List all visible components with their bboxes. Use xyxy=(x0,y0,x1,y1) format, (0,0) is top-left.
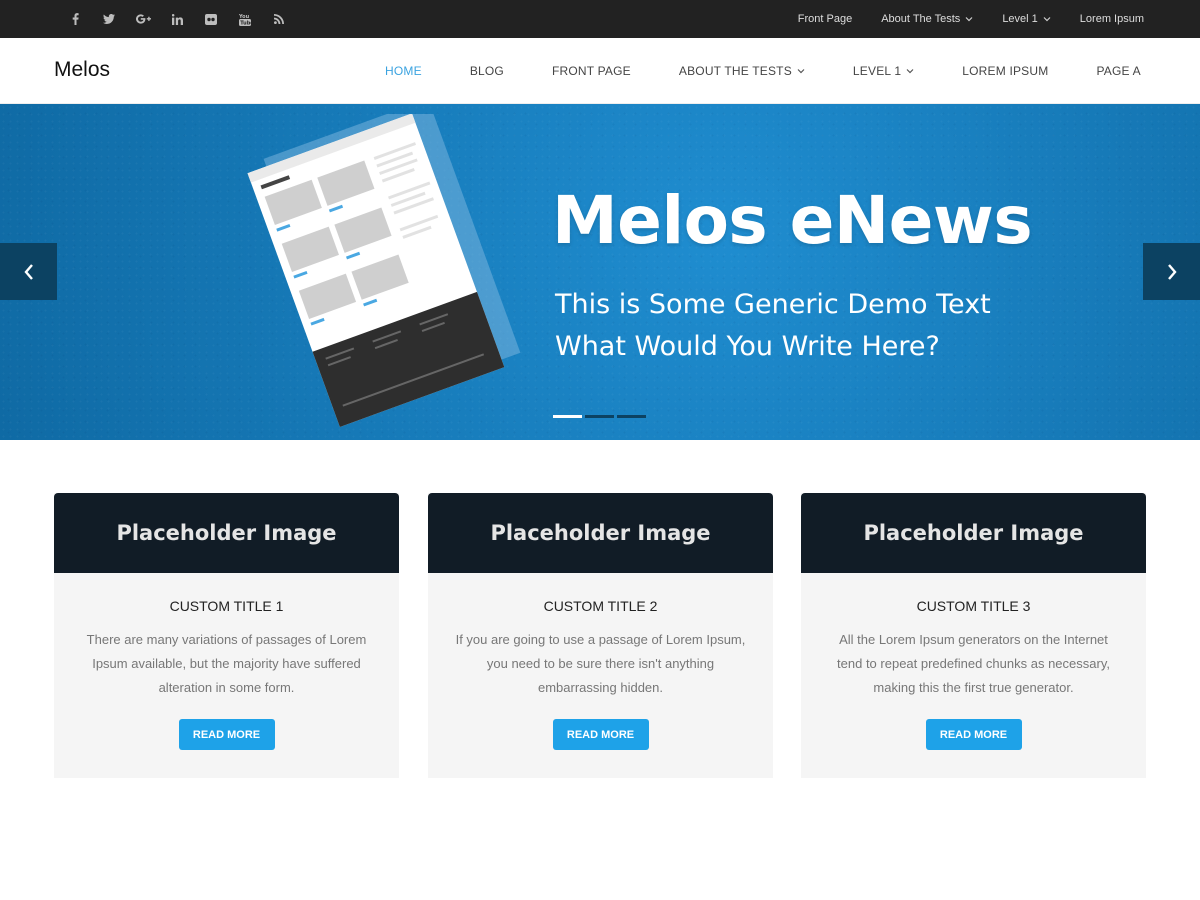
rss-icon[interactable] xyxy=(262,0,296,38)
top-menu-lorem-ipsum[interactable]: Lorem Ipsum xyxy=(1080,13,1144,25)
slider-dot-2[interactable] xyxy=(585,415,614,418)
slider-dot-3[interactable] xyxy=(617,415,646,418)
hero-background-texture xyxy=(0,104,1200,440)
youtube-icon[interactable]: YouTube xyxy=(228,0,262,38)
top-menu-label: About The Tests xyxy=(881,13,961,25)
card-title: CUSTOM TITLE 1 xyxy=(169,598,284,614)
site-logo[interactable]: Melos xyxy=(54,58,110,82)
read-more-button[interactable]: READ MORE xyxy=(925,719,1022,750)
card-title: CUSTOM TITLE 2 xyxy=(543,598,658,614)
nav-item-about-the-tests[interactable]: ABOUT THE TESTS xyxy=(679,64,805,78)
top-menu-label: Level 1 xyxy=(1002,13,1038,25)
chevron-down-icon xyxy=(965,17,973,22)
slider-pagination xyxy=(553,415,649,418)
slider-next-button[interactable] xyxy=(1143,243,1200,300)
nav-item-level-1[interactable]: LEVEL 1 xyxy=(853,64,914,78)
svg-text:Tube: Tube xyxy=(240,20,251,25)
nav-item-label: BLOG xyxy=(469,64,504,78)
google-plus-icon[interactable] xyxy=(126,0,160,38)
feature-card: Placeholder Image CUSTOM TITLE 2 If you … xyxy=(428,493,773,778)
nav-item-lorem-ipsum[interactable]: LOREM IPSUM xyxy=(962,64,1048,78)
nav-item-label: FRONT PAGE xyxy=(551,64,631,78)
social-links: YouTube xyxy=(58,0,296,38)
website-mockup-image xyxy=(247,114,521,427)
read-more-button[interactable]: READ MORE xyxy=(178,719,275,750)
nav-item-label: LOREM IPSUM xyxy=(962,64,1049,78)
nav-item-label: LEVEL 1 xyxy=(852,64,902,78)
card-text: There are many variations of passages of… xyxy=(86,632,367,695)
flickr-icon[interactable] xyxy=(194,0,228,38)
read-more-button[interactable]: READ MORE xyxy=(552,719,649,750)
chevron-left-icon xyxy=(23,263,33,280)
hero-subtitle: This is Some Generic Demo Text What Woul… xyxy=(555,284,1075,368)
nav-item-label: ABOUT THE TESTS xyxy=(678,64,792,78)
nav-item-blog[interactable]: BLOG xyxy=(470,64,504,78)
facebook-icon[interactable] xyxy=(58,0,92,38)
chevron-down-icon xyxy=(797,69,805,74)
chevron-down-icon xyxy=(1043,17,1051,22)
main-nav: HOME BLOG FRONT PAGE ABOUT THE TESTS LEV… xyxy=(385,38,1141,104)
feature-card: Placeholder Image CUSTOM TITLE 1 There a… xyxy=(54,493,399,778)
linkedin-icon[interactable] xyxy=(160,0,194,38)
card-image-placeholder: Placeholder Image xyxy=(801,493,1146,573)
slider-prev-button[interactable] xyxy=(0,243,57,300)
card-text: All the Lorem Ipsum generators on the In… xyxy=(837,632,1110,695)
nav-item-label: HOME xyxy=(385,64,422,78)
feature-cards: Placeholder Image CUSTOM TITLE 1 There a… xyxy=(54,493,1146,778)
slider-dot-1[interactable] xyxy=(553,415,582,418)
hero-subtitle-line: This is Some Generic Demo Text xyxy=(555,289,991,320)
top-bar: YouTube Front Page About The Tests Level… xyxy=(0,0,1200,38)
hero-subtitle-line: What Would You Write Here? xyxy=(555,331,940,362)
hero-title: Melos eNews xyxy=(552,182,1033,259)
twitter-icon[interactable] xyxy=(92,0,126,38)
card-title: CUSTOM TITLE 3 xyxy=(916,598,1031,614)
nav-item-page-a[interactable]: PAGE A xyxy=(1096,64,1140,78)
top-menu-label: Front Page xyxy=(797,13,853,25)
hero-slider: Melos eNews This is Some Generic Demo Te… xyxy=(0,104,1200,440)
chevron-right-icon xyxy=(1167,263,1177,280)
top-menu-about-the-tests[interactable]: About The Tests xyxy=(881,13,973,25)
card-image-placeholder: Placeholder Image xyxy=(428,493,773,573)
top-menu-level-1[interactable]: Level 1 xyxy=(1002,13,1051,25)
top-menu: Front Page About The Tests Level 1 Lorem… xyxy=(769,0,1144,38)
card-image-placeholder: Placeholder Image xyxy=(54,493,399,573)
nav-item-home[interactable]: HOME xyxy=(385,64,422,78)
top-menu-front-page[interactable]: Front Page xyxy=(798,13,852,25)
feature-card: Placeholder Image CUSTOM TITLE 3 All the… xyxy=(801,493,1146,778)
top-menu-label: Lorem Ipsum xyxy=(1079,13,1144,25)
chevron-down-icon xyxy=(906,69,914,74)
card-text: If you are going to use a passage of Lor… xyxy=(455,632,746,695)
nav-item-label: PAGE A xyxy=(1096,64,1141,78)
nav-item-front-page[interactable]: FRONT PAGE xyxy=(552,64,631,78)
site-header: Melos HOME BLOG FRONT PAGE ABOUT THE TES… xyxy=(0,38,1200,104)
